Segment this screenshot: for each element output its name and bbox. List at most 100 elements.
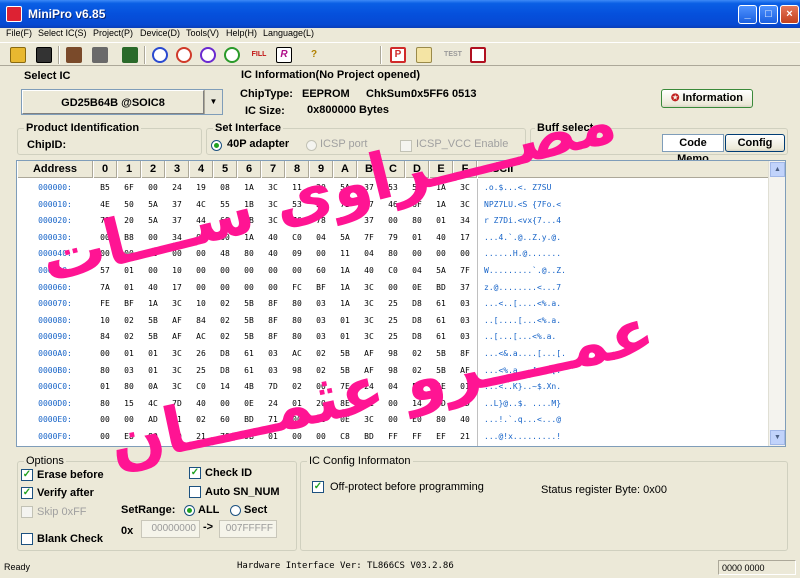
menu-help[interactable]: Help(H) — [226, 28, 257, 38]
hex-byte-cell[interactable]: 20 — [117, 212, 141, 230]
hex-byte-cell[interactable]: 03 — [117, 362, 141, 380]
hex-byte-cell[interactable]: 3C — [165, 378, 189, 396]
help-icon[interactable]: ? — [304, 45, 324, 65]
hex-row[interactable]: 0000D0: 80 15 4C 7D 40 00 0E 24 01 20 8E 01 00 14 4D 7D.… — [17, 394, 771, 413]
hex-byte-cell[interactable]: 04 — [405, 262, 429, 280]
blank-icon[interactable] — [198, 45, 218, 65]
verify-icon[interactable] — [222, 45, 242, 65]
hex-byte-cell[interactable]: 60 — [213, 229, 237, 247]
hex-byte-cell[interactable]: 61 — [237, 362, 261, 380]
hex-byte-cell[interactable]: 00 — [285, 262, 309, 280]
hex-byte-cell[interactable]: 60 — [213, 411, 237, 429]
hex-ascii-cell[interactable]: ..[...[...<%.a. — [477, 328, 771, 347]
hex-byte-cell[interactable]: 01 — [117, 345, 141, 363]
hex-byte-cell[interactable]: 7F — [453, 262, 477, 280]
hex-ascii-cell[interactable]: .o.$...<. Z7SU — [477, 179, 771, 197]
hex-byte-cell[interactable]: 3C — [453, 196, 477, 214]
chevron-down-icon[interactable]: ▼ — [204, 90, 222, 114]
hex-ascii-cell[interactable]: NPZ7LU.<S {7Fo.< — [477, 195, 771, 214]
verify-checkbox[interactable]: ✓ — [21, 487, 33, 499]
erase-icon[interactable] — [174, 45, 194, 65]
hex-byte-cell[interactable]: 3C — [261, 196, 285, 214]
hex-byte-cell[interactable]: 6E — [429, 378, 453, 396]
notes-icon[interactable] — [414, 45, 434, 65]
hex-byte-cell[interactable]: 4C — [189, 196, 213, 214]
hex-byte-cell[interactable]: B5 — [93, 179, 117, 197]
hex-byte-cell[interactable]: 37 — [357, 212, 381, 230]
hex-byte-cell[interactable]: 0A — [141, 378, 165, 396]
hex-byte-cell[interactable]: 61 — [237, 345, 261, 363]
range-end-input[interactable]: 007FFFFF — [219, 520, 277, 538]
hex-byte-cell[interactable]: C0 — [189, 378, 213, 396]
hex-byte-cell[interactable]: 69 — [213, 212, 237, 230]
hex-byte-cell[interactable]: BD — [237, 411, 261, 429]
hex-byte-cell[interactable]: BD — [357, 428, 381, 446]
hex-byte-cell[interactable]: 02 — [189, 411, 213, 429]
hex-byte-cell[interactable]: 80 — [93, 362, 117, 380]
hex-byte-cell[interactable]: BD — [429, 279, 453, 297]
hex-byte-cell[interactable]: FF — [381, 428, 405, 446]
hex-byte-cell[interactable]: 00 — [93, 229, 117, 247]
hex-byte-cell[interactable]: 0E — [405, 279, 429, 297]
hex-byte-cell[interactable]: 8F — [453, 345, 477, 363]
hex-byte-cell[interactable]: BF — [309, 279, 333, 297]
hex-byte-cell[interactable]: 57 — [93, 262, 117, 280]
hex-byte-cell[interactable]: 80 — [429, 411, 453, 429]
hex-ascii-cell[interactable]: W.........`.@..Z. — [477, 262, 771, 280]
hex-byte-cell[interactable]: 5A — [333, 229, 357, 247]
hex-byte-cell[interactable]: 78 — [213, 428, 237, 446]
hex-byte-cell[interactable]: 10 — [93, 312, 117, 330]
hex-byte-cell[interactable]: 7B — [333, 196, 357, 214]
edit-icon[interactable]: R — [274, 45, 294, 65]
hex-byte-cell[interactable]: 1A — [429, 196, 453, 214]
menu-select-ic[interactable]: Select IC(S) — [38, 28, 87, 38]
hex-byte-cell[interactable]: 21 — [189, 428, 213, 446]
hex-byte-cell[interactable]: 61 — [429, 328, 453, 346]
hex-byte-cell[interactable]: AF — [165, 328, 189, 346]
hex-byte-cell[interactable]: 80 — [381, 245, 405, 263]
fill-icon[interactable]: FILL — [248, 45, 270, 65]
hex-byte-cell[interactable]: 53 — [381, 179, 405, 197]
hex-byte-cell[interactable]: 80 — [405, 212, 429, 230]
hex-byte-cell[interactable]: AF — [357, 345, 381, 363]
hex-byte-cell[interactable]: 40 — [189, 395, 213, 413]
hex-byte-cell[interactable]: 7D — [453, 395, 477, 413]
hex-byte-cell[interactable]: 3C — [453, 179, 477, 197]
chip-test-icon[interactable] — [468, 45, 488, 65]
test-icon[interactable]: TEST — [442, 45, 464, 65]
hex-ascii-cell[interactable]: ..L}@..$. ....M} — [477, 394, 771, 413]
hex-byte-cell[interactable]: 00 — [381, 279, 405, 297]
hex-byte-cell[interactable]: 37 — [357, 179, 381, 197]
hex-byte-cell[interactable]: 00 — [141, 262, 165, 280]
hex-row[interactable]: 000010: 4E 50 5A 37 4C 55 1B 3C 53 20 7B 37 46 6F 1A 3C N… — [17, 195, 771, 214]
hex-byte-cell[interactable]: 14 — [405, 395, 429, 413]
hex-byte-cell[interactable]: 3C — [261, 179, 285, 197]
hex-byte-cell[interactable]: 24 — [165, 179, 189, 197]
hex-byte-cell[interactable]: 78 — [309, 212, 333, 230]
hex-byte-cell[interactable]: 1A — [429, 179, 453, 197]
menu-project[interactable]: Project(P) — [93, 28, 133, 38]
hex-byte-cell[interactable]: 00 — [141, 229, 165, 247]
hex-byte-cell[interactable]: 00 — [237, 279, 261, 297]
hex-byte-cell[interactable]: 7E — [333, 378, 357, 396]
hex-byte-cell[interactable]: 80 — [93, 395, 117, 413]
hex-byte-cell[interactable]: 01 — [93, 378, 117, 396]
hex-byte-cell[interactable]: 34 — [165, 229, 189, 247]
hex-byte-cell[interactable]: D8 — [405, 328, 429, 346]
hex-byte-cell[interactable]: 04 — [309, 229, 333, 247]
hex-byte-cell[interactable]: 01 — [285, 395, 309, 413]
hex-byte-cell[interactable]: 00 — [93, 428, 117, 446]
hex-byte-cell[interactable]: 60 — [309, 262, 333, 280]
hex-byte-cell[interactable]: 0E — [237, 395, 261, 413]
maximize-button[interactable]: □ — [759, 5, 778, 24]
hex-row[interactable]: 000070: FE BF 1A 3C 10 02 5B 8F 80 03 1A 3C 25 D8 61 03.… — [17, 295, 771, 314]
hex-byte-cell[interactable]: 40 — [357, 262, 381, 280]
hex-byte-cell[interactable]: 10 — [165, 262, 189, 280]
hex-byte-cell[interactable]: 3C — [261, 212, 285, 230]
radio-icsp-port[interactable] — [306, 140, 317, 151]
hex-ascii-cell[interactable]: z.@........<...7 — [477, 278, 771, 297]
hex-byte-cell[interactable]: 01 — [117, 262, 141, 280]
hex-byte-cell[interactable]: 00 — [189, 262, 213, 280]
hex-ascii-cell[interactable]: ...<..[....<%.a. — [477, 295, 771, 314]
code-memo-tab[interactable]: Code Memo — [662, 134, 724, 165]
